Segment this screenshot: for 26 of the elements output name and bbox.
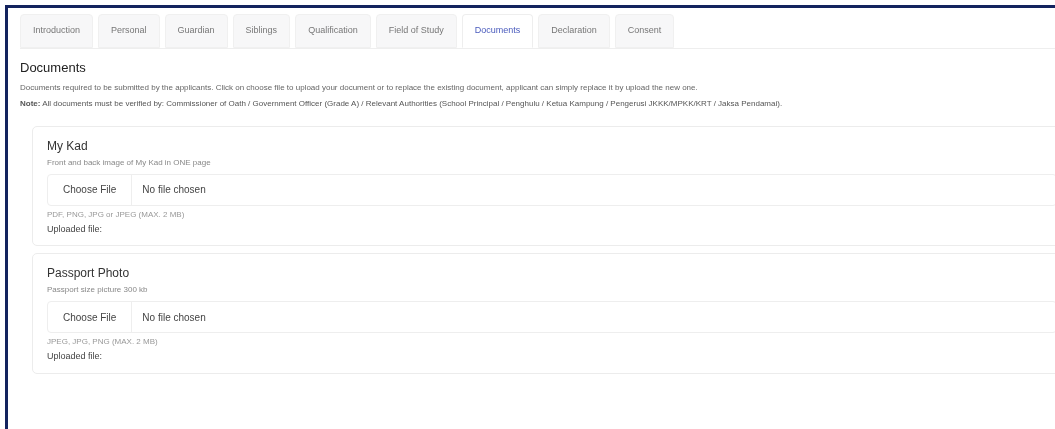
file-status: No file chosen [141, 183, 206, 197]
tab[interactable]: Siblings [232, 14, 291, 48]
formats-text: PDF, PNG, JPG or JPEG (MAX. 2 MB) [47, 208, 186, 221]
file-input[interactable]: Choose File No file chosen [47, 173, 1055, 206]
tab[interactable]: Consent [614, 14, 675, 48]
choose-file-button[interactable]: Choose File [48, 174, 133, 205]
note-text: Note: All documents must be verified by: Commissioner of Oath / Government Officer (Grade A) / Relevant Authorities (School Principal / Penghulu / Ketua Kampung / Pengerusi JKKK/MPKK/KRT / Jaksa Pendamai). [20, 97, 784, 110]
tab[interactable]: Personal [98, 14, 160, 48]
hint-text: Passport size picture 300 kb [47, 284, 149, 296]
hint-text: Front and back image of My Kad in ONE page [47, 156, 212, 169]
tab[interactable]: Introduction [20, 14, 94, 48]
section-title: Documents [20, 59, 87, 77]
tab[interactable]: Guardian [164, 14, 228, 48]
file-status: No file chosen [141, 310, 206, 325]
file-input[interactable]: Choose File No file chosen [47, 301, 1055, 333]
tab[interactable]: Field of Study [375, 14, 457, 48]
choose-file-button[interactable]: Choose File [48, 302, 133, 332]
tab[interactable]: Qualification [295, 14, 371, 48]
uploaded-label: Uploaded file: [47, 350, 104, 363]
tab[interactable]: Declaration [538, 14, 610, 48]
document-title: My Kad [47, 137, 89, 155]
uploaded-label: Uploaded file: [47, 222, 104, 236]
description-text: Documents required to be submitted by the applicants. Click on choose file to upload your document or to replace the existing document, applicant can simply replace it by upload the new one. [20, 81, 699, 94]
formats-text: JPEG, JPG, PNG (MAX. 2 MB) [47, 336, 159, 348]
document-title: Passport Photo [47, 265, 131, 282]
tab[interactable]: Documents [461, 14, 534, 48]
